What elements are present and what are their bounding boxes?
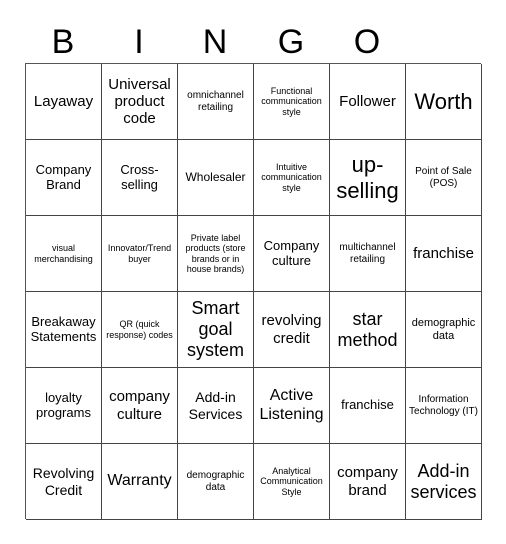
bingo-cell[interactable]: omnichannel retailing xyxy=(178,64,254,140)
header-letter-i: I xyxy=(134,23,144,61)
bingo-cell[interactable]: Information Technology (IT) xyxy=(406,368,482,444)
bingo-cell[interactable]: Innovator/Trend buyer xyxy=(102,216,178,292)
bingo-cell[interactable]: Follower xyxy=(330,64,406,140)
bingo-cell[interactable]: Worth xyxy=(406,64,482,140)
bingo-cell[interactable]: Functional communication style xyxy=(254,64,330,140)
bingo-cell[interactable]: Add-in Services xyxy=(178,368,254,444)
bingo-cell[interactable]: multichannel retailing xyxy=(330,216,406,292)
bingo-cell[interactable]: revolving credit xyxy=(254,292,330,368)
header-letter-o: O xyxy=(353,23,381,61)
bingo-cell[interactable]: franchise xyxy=(330,368,406,444)
bingo-cell[interactable]: Warranty xyxy=(102,444,178,520)
bingo-cell[interactable]: Point of Sale (POS) xyxy=(406,140,482,216)
bingo-cell[interactable]: star method xyxy=(330,292,406,368)
bingo-cell[interactable]: demographic data xyxy=(178,444,254,520)
header-letter-b: B xyxy=(51,23,75,61)
bingo-cell[interactable]: Smart goal system xyxy=(178,292,254,368)
bingo-cell[interactable]: Breakaway Statements xyxy=(26,292,102,368)
bingo-cell[interactable]: Intuitive communication style xyxy=(254,140,330,216)
bingo-header: B I N G O xyxy=(25,22,405,62)
bingo-cell[interactable]: up-selling xyxy=(330,140,406,216)
bingo-cell[interactable]: Revolving Credit xyxy=(26,444,102,520)
bingo-cell[interactable]: loyalty programs xyxy=(26,368,102,444)
header-letter-n: N xyxy=(202,23,228,61)
header-letter-g: G xyxy=(277,23,305,61)
bingo-cell[interactable]: Company culture xyxy=(254,216,330,292)
bingo-cell[interactable]: company brand xyxy=(330,444,406,520)
bingo-cell[interactable]: franchise xyxy=(406,216,482,292)
bingo-cell[interactable]: Cross-selling xyxy=(102,140,178,216)
bingo-cell[interactable]: Add-in services xyxy=(406,444,482,520)
bingo-cell[interactable]: Layaway xyxy=(26,64,102,140)
bingo-cell[interactable]: Analytical Communication Style xyxy=(254,444,330,520)
bingo-cell[interactable]: QR (quick response) codes xyxy=(102,292,178,368)
bingo-cell[interactable]: Private label products (store brands or … xyxy=(178,216,254,292)
bingo-cell[interactable]: Universal product code xyxy=(102,64,178,140)
bingo-cell[interactable]: Wholesaler xyxy=(178,140,254,216)
bingo-cell[interactable]: visual merchandising xyxy=(26,216,102,292)
bingo-cell[interactable]: Active Listening xyxy=(254,368,330,444)
bingo-cell[interactable]: demographic data xyxy=(406,292,482,368)
bingo-cell[interactable]: company culture xyxy=(102,368,178,444)
bingo-grid: Layaway Universal product code omnichann… xyxy=(25,63,482,520)
bingo-cell[interactable]: Company Brand xyxy=(26,140,102,216)
